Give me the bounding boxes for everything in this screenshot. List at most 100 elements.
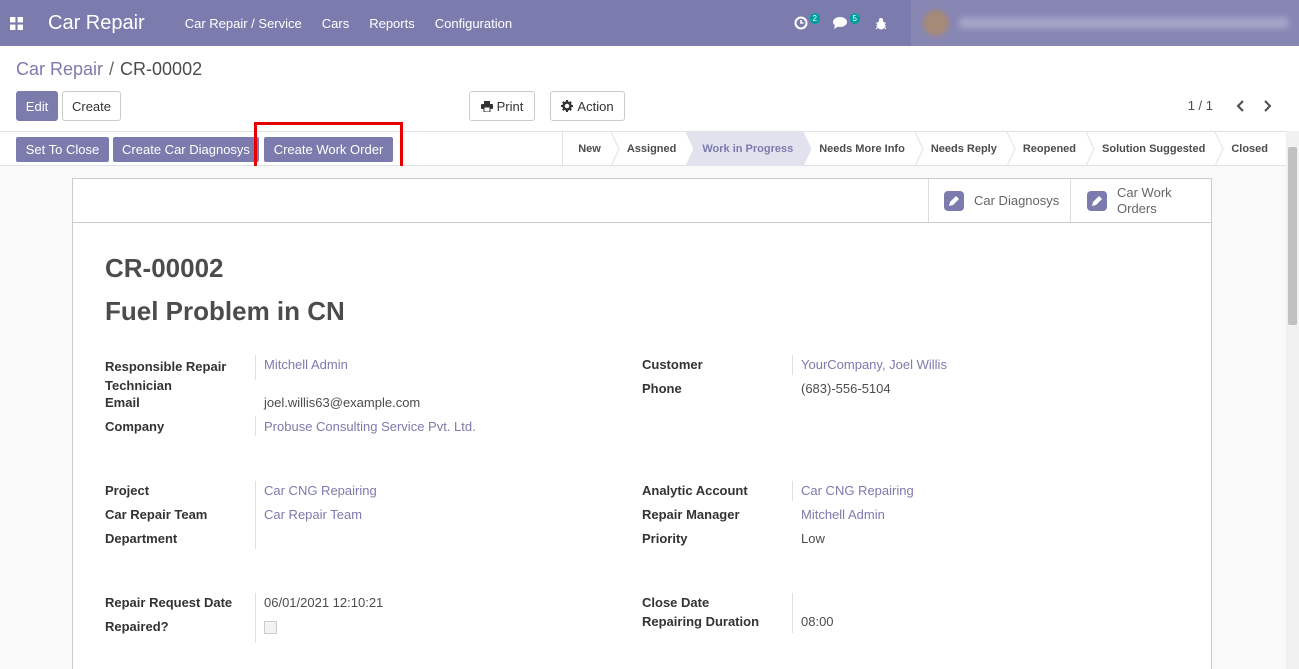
repairing-duration-label: Repairing Duration xyxy=(642,614,760,629)
stage-needs-more-info-label: Needs More Info xyxy=(819,143,905,155)
avatar xyxy=(923,10,949,36)
analytic-account-field[interactable]: Car CNG Repairing xyxy=(801,483,914,498)
record-title: Fuel Problem in CN xyxy=(105,296,345,326)
user-menu-avatar[interactable] xyxy=(911,0,1299,46)
stage-needs-reply-label: Needs Reply xyxy=(930,143,997,155)
breadcrumb-separator: / xyxy=(109,59,115,79)
breadcrumb-parent[interactable]: Car Repair xyxy=(16,59,103,79)
stage-solution-suggested-label: Solution Suggested xyxy=(1102,143,1206,155)
activity-clock-icon[interactable]: 2 xyxy=(791,13,820,33)
stage-needs-more-info[interactable]: Needs More Info xyxy=(804,132,924,166)
stage-needs-reply[interactable]: Needs Reply xyxy=(916,132,1016,166)
record-reference: CR-00002 xyxy=(105,253,224,283)
menu-reports[interactable]: Reports xyxy=(369,16,415,31)
close-date-label: Close Date xyxy=(642,595,710,610)
phone-field[interactable]: (683)-556-5104 xyxy=(801,381,891,396)
stage-pipeline: New Assigned Work in Progress Needs More… xyxy=(562,132,1299,166)
pencil-square-icon xyxy=(1087,190,1107,211)
repaired-checkbox[interactable] xyxy=(264,621,277,634)
debug-bug-icon[interactable] xyxy=(871,13,891,33)
stage-reopened[interactable]: Reopened xyxy=(1008,132,1095,166)
car-work-orders-line1: Car Work xyxy=(1117,184,1172,200)
car-diagnosys-smart-button[interactable]: Car Diagnosys xyxy=(928,179,1070,222)
menu-configuration[interactable]: Configuration xyxy=(435,16,512,31)
systray: 2 5 xyxy=(791,0,1299,46)
scrollbar-thumb[interactable] xyxy=(1288,147,1297,325)
apps-menu-icon[interactable] xyxy=(0,0,32,46)
stage-chevron-icon xyxy=(1215,132,1224,166)
form-sheet: Car Diagnosys Car Work Orders CR-00002 Fu… xyxy=(72,178,1212,669)
stage-closed-label: Closed xyxy=(1231,143,1268,155)
company-label: Company xyxy=(105,419,165,434)
phone-label: Phone xyxy=(642,381,682,396)
technician-label-line2: Technician xyxy=(105,378,172,393)
stage-chevron-icon xyxy=(1086,132,1095,166)
priority-label: Priority xyxy=(642,531,688,546)
priority-field[interactable]: Low xyxy=(801,531,825,546)
department-label: Department xyxy=(105,531,178,546)
app-brand[interactable]: Car Repair xyxy=(48,12,145,35)
field-divider xyxy=(255,593,256,643)
technician-label: Responsible Repair Technician xyxy=(105,357,226,395)
top-navbar: Car Repair Car Repair / Service Cars Rep… xyxy=(0,0,1299,46)
car-repair-team-label: Car Repair Team xyxy=(105,507,208,522)
field-divider xyxy=(792,593,793,633)
stage-chevron-icon xyxy=(686,132,695,166)
menu-cars[interactable]: Cars xyxy=(322,16,349,31)
analytic-account-label: Analytic Account xyxy=(642,483,748,498)
car-work-orders-label: Car Work Orders xyxy=(1117,185,1172,217)
project-field[interactable]: Car CNG Repairing xyxy=(264,483,377,498)
pager-value[interactable]: 1 / 1 xyxy=(1188,98,1213,113)
scrollbar[interactable] xyxy=(1286,131,1299,669)
car-work-orders-smart-button[interactable]: Car Work Orders xyxy=(1070,179,1211,222)
messages-chat-icon[interactable]: 5 xyxy=(831,13,860,33)
menu-car-repair-service[interactable]: Car Repair / Service xyxy=(185,16,302,31)
stage-chevron-icon xyxy=(610,132,620,166)
repair-manager-field[interactable]: Mitchell Admin xyxy=(801,507,885,522)
smart-button-box: Car Diagnosys Car Work Orders xyxy=(73,179,1211,223)
repaired-label: Repaired? xyxy=(105,619,169,634)
field-divider xyxy=(792,481,793,501)
pencil-square-icon xyxy=(944,190,964,211)
customer-label: Customer xyxy=(642,357,703,372)
repair-manager-label: Repair Manager xyxy=(642,507,740,522)
stage-reopened-label: Reopened xyxy=(1022,143,1077,155)
stage-work-in-progress[interactable]: Work in Progress xyxy=(687,132,812,166)
field-divider xyxy=(255,416,256,436)
pager-previous-icon[interactable] xyxy=(1233,97,1247,115)
statusbar: Set To Close Create Car Diagnosys Create… xyxy=(0,131,1299,166)
technician-field[interactable]: Mitchell Admin xyxy=(264,357,348,372)
action-button[interactable]: Action xyxy=(550,91,625,121)
gear-icon xyxy=(561,100,574,112)
stage-solution-suggested[interactable]: Solution Suggested xyxy=(1087,132,1224,166)
repair-request-date-field[interactable]: 06/01/2021 12:10:21 xyxy=(264,595,383,610)
customer-field[interactable]: YourCompany, Joel Willis xyxy=(801,357,947,372)
edit-button[interactable]: Edit xyxy=(16,91,58,121)
project-label: Project xyxy=(105,483,150,498)
stage-new-label: New xyxy=(578,143,601,155)
stage-work-in-progress-label: Work in Progress xyxy=(702,143,794,155)
print-label: Print xyxy=(496,98,524,114)
stage-new[interactable]: New xyxy=(563,132,620,166)
email-field[interactable]: joel.willis63@example.com xyxy=(264,395,420,410)
repair-request-date-label: Repair Request Date xyxy=(105,595,233,610)
field-divider xyxy=(792,355,793,375)
car-diagnosys-label: Car Diagnosys xyxy=(974,193,1060,208)
stage-assigned[interactable]: Assigned xyxy=(612,132,695,166)
print-button[interactable]: Print xyxy=(469,91,535,121)
print-icon xyxy=(480,100,493,112)
company-field[interactable]: Probuse Consulting Service Pvt. Ltd. xyxy=(264,419,476,434)
set-to-close-button[interactable]: Set To Close xyxy=(16,137,109,162)
user-name-blurred xyxy=(959,17,1289,29)
create-car-diagnosys-button[interactable]: Create Car Diagnosys xyxy=(113,137,259,162)
breadcrumb-current: CR-00002 xyxy=(120,59,203,79)
create-button[interactable]: Create xyxy=(62,91,121,121)
action-label: Action xyxy=(577,98,614,114)
repairing-duration-field[interactable]: 08:00 xyxy=(801,614,834,629)
stage-assigned-label: Assigned xyxy=(626,143,677,155)
car-repair-team-field[interactable]: Car Repair Team xyxy=(264,507,362,522)
breadcrumb: Car Repair / CR-00002 xyxy=(16,59,202,80)
stage-chevron-icon xyxy=(803,132,812,166)
messages-badge: 5 xyxy=(849,13,860,24)
pager-next-icon[interactable] xyxy=(1261,97,1275,115)
